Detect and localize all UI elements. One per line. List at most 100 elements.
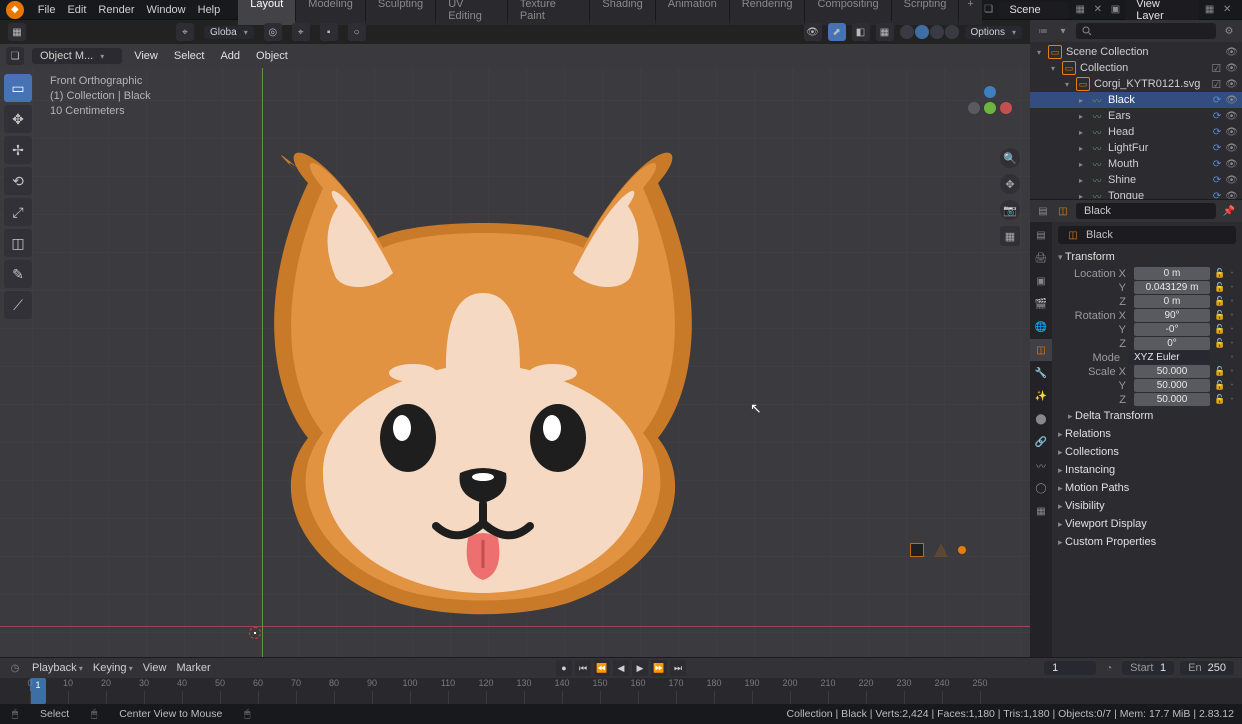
menu-help[interactable]: Help: [198, 4, 221, 16]
tab-physics[interactable]: ⬤: [1030, 408, 1052, 430]
tree-row-ears[interactable]: ▸〰Ears⟳👁: [1030, 108, 1242, 124]
tab-object[interactable]: ◫: [1030, 339, 1052, 361]
start-frame-field[interactable]: Start1: [1122, 661, 1174, 675]
tab-render[interactable]: ▤: [1030, 224, 1052, 246]
camera-outline-icon[interactable]: [910, 543, 924, 557]
jump-end-icon[interactable]: ⏭: [670, 660, 686, 676]
shading-solid-icon[interactable]: [915, 25, 929, 39]
play-rev-icon[interactable]: ◀: [613, 660, 629, 676]
menu-file[interactable]: File: [38, 4, 56, 16]
gizmo-y-icon[interactable]: [984, 102, 996, 114]
tree-row-scene-collection[interactable]: ▾▭Scene Collection👁: [1030, 44, 1242, 60]
snap-type-icon[interactable]: ▪: [320, 23, 338, 41]
section-motion-paths[interactable]: Motion Paths: [1058, 479, 1236, 497]
3d-viewport[interactable]: ▭ ✥ ✢ ⟲ ⤢ ◫ ✎ ⟋ Front Orthographic (1) C…: [0, 68, 1030, 657]
delete-scene-icon[interactable]: ✕: [1091, 3, 1105, 17]
outliner-tree[interactable]: ▾▭Scene Collection👁▾▭Collection☑👁▾▭Corgi…: [1030, 42, 1242, 199]
section-visibility[interactable]: Visibility: [1058, 497, 1236, 515]
tree-row-shine[interactable]: ▸〰Shine⟳👁: [1030, 172, 1242, 188]
rot-y-field[interactable]: -0°: [1134, 323, 1210, 336]
select-tool[interactable]: ▭: [4, 74, 32, 102]
tab-material[interactable]: ◯: [1030, 477, 1052, 499]
delete-viewlayer-icon[interactable]: ✕: [1220, 3, 1234, 17]
tree-row-head[interactable]: ▸〰Head⟳👁: [1030, 124, 1242, 140]
tree-row-corgi-kytr0121-svg[interactable]: ▾▭Corgi_KYTR0121.svg☑👁: [1030, 76, 1242, 92]
viewlayer-browse-icon[interactable]: ▦: [1203, 3, 1217, 17]
object-name-field[interactable]: ◫ Black: [1058, 226, 1236, 244]
play-icon[interactable]: ▶: [632, 660, 648, 676]
scale-y-field[interactable]: 50.000: [1134, 379, 1210, 392]
section-delta-transform[interactable]: Delta Transform: [1058, 407, 1236, 425]
tab-constraints[interactable]: 🔗: [1030, 431, 1052, 453]
marker-menu[interactable]: Marker: [176, 662, 210, 674]
section-instancing[interactable]: Instancing: [1058, 461, 1236, 479]
scale-z-lock-icon[interactable]: 🔓: [1214, 394, 1224, 405]
shading-material-icon[interactable]: [930, 25, 944, 39]
rot-y-lock-icon[interactable]: 🔓: [1214, 324, 1224, 335]
keying-menu[interactable]: Keying: [93, 662, 133, 674]
tab-data[interactable]: 〰: [1030, 454, 1052, 476]
tab-scene[interactable]: 🎬: [1030, 293, 1052, 315]
scene-browse-icon[interactable]: ▦: [1073, 3, 1087, 17]
next-key-icon[interactable]: ⏩: [651, 660, 667, 676]
view-menu[interactable]: View: [130, 48, 162, 64]
visibility-icon[interactable]: 👁: [804, 23, 822, 41]
overlay-toggle-icon[interactable]: ◧: [852, 23, 870, 41]
tab-world[interactable]: 🌐: [1030, 316, 1052, 338]
outliner-filter-icon[interactable]: ⚙: [1222, 24, 1236, 38]
loc-y-field[interactable]: 0.043129 m: [1134, 281, 1210, 294]
tab-modifiers[interactable]: 🔧: [1030, 362, 1052, 384]
add-menu[interactable]: Add: [216, 48, 244, 64]
props-breadcrumb-name[interactable]: Black: [1076, 203, 1216, 219]
props-type-icon[interactable]: ▤: [1036, 204, 1050, 218]
scale-z-field[interactable]: 50.000: [1134, 393, 1210, 406]
properties-body[interactable]: ◫ Black Transform Location X0 m🔓• Y0.043…: [1052, 222, 1242, 657]
outliner-type-icon[interactable]: ≔: [1036, 24, 1050, 38]
pan-gizmo-icon[interactable]: ✥: [1000, 174, 1020, 194]
prev-key-icon[interactable]: ⏪: [594, 660, 610, 676]
tree-row-lightfur[interactable]: ▸〰LightFur⟳👁: [1030, 140, 1242, 156]
scale-y-lock-icon[interactable]: 🔓: [1214, 380, 1224, 391]
zoom-gizmo-icon[interactable]: 🔍: [1000, 148, 1020, 168]
orientation-icon[interactable]: ⌖: [176, 23, 194, 41]
menu-render[interactable]: Render: [98, 4, 134, 16]
shading-rendered-icon[interactable]: [945, 25, 959, 39]
playback-menu[interactable]: Playback: [32, 662, 83, 674]
orientation-dropdown[interactable]: Globa: [204, 26, 254, 39]
timeline-ruler[interactable]: 1 01020304050607080901001101201301401501…: [0, 678, 1242, 704]
options-dropdown[interactable]: Options: [965, 26, 1022, 39]
tree-row-tongue[interactable]: ▸〰Tongue⟳👁: [1030, 188, 1242, 199]
tree-row-collection[interactable]: ▾▭Collection☑👁: [1030, 60, 1242, 76]
proportional-icon[interactable]: ○: [348, 23, 366, 41]
scale-x-field[interactable]: 50.000: [1134, 365, 1210, 378]
section-collections[interactable]: Collections: [1058, 443, 1236, 461]
loc-z-lock-icon[interactable]: 🔓: [1214, 296, 1224, 307]
gizmo-x-icon[interactable]: [1000, 102, 1012, 114]
camera-gizmo-icon[interactable]: 📷: [1000, 200, 1020, 220]
persp-gizmo-icon[interactable]: ▦: [1000, 226, 1020, 246]
pivot-icon[interactable]: ◎: [264, 23, 282, 41]
camera-tri-icon[interactable]: [934, 543, 948, 557]
object-menu[interactable]: Object: [252, 48, 292, 64]
snap-icon[interactable]: ⌖: [292, 23, 310, 41]
rotate-tool[interactable]: ⟲: [4, 167, 32, 195]
annotate-tool[interactable]: ✎: [4, 260, 32, 288]
rot-x-lock-icon[interactable]: 🔓: [1214, 310, 1224, 321]
cursor-tool[interactable]: ✥: [4, 105, 32, 133]
editor-type-icon[interactable]: ▦: [8, 23, 26, 41]
rot-mode-dropdown[interactable]: XYZ Euler: [1128, 351, 1210, 364]
rot-x-field[interactable]: 90°: [1134, 309, 1210, 322]
tab-particles[interactable]: ✨: [1030, 385, 1052, 407]
shading-wireframe-icon[interactable]: [900, 25, 914, 39]
tree-row-black[interactable]: ▸〰Black⟳👁: [1030, 92, 1242, 108]
menu-edit[interactable]: Edit: [67, 4, 86, 16]
scale-x-lock-icon[interactable]: 🔓: [1214, 366, 1224, 377]
preview-range-icon[interactable]: ◔: [1102, 661, 1116, 675]
nav-gizmo[interactable]: [960, 78, 1020, 138]
outliner-search[interactable]: [1076, 23, 1216, 39]
section-relations[interactable]: Relations: [1058, 425, 1236, 443]
scene-name-field[interactable]: Scene: [999, 2, 1069, 18]
rot-z-lock-icon[interactable]: 🔓: [1214, 338, 1224, 349]
tab-viewlayer[interactable]: ▣: [1030, 270, 1052, 292]
move-tool[interactable]: ✢: [4, 136, 32, 164]
